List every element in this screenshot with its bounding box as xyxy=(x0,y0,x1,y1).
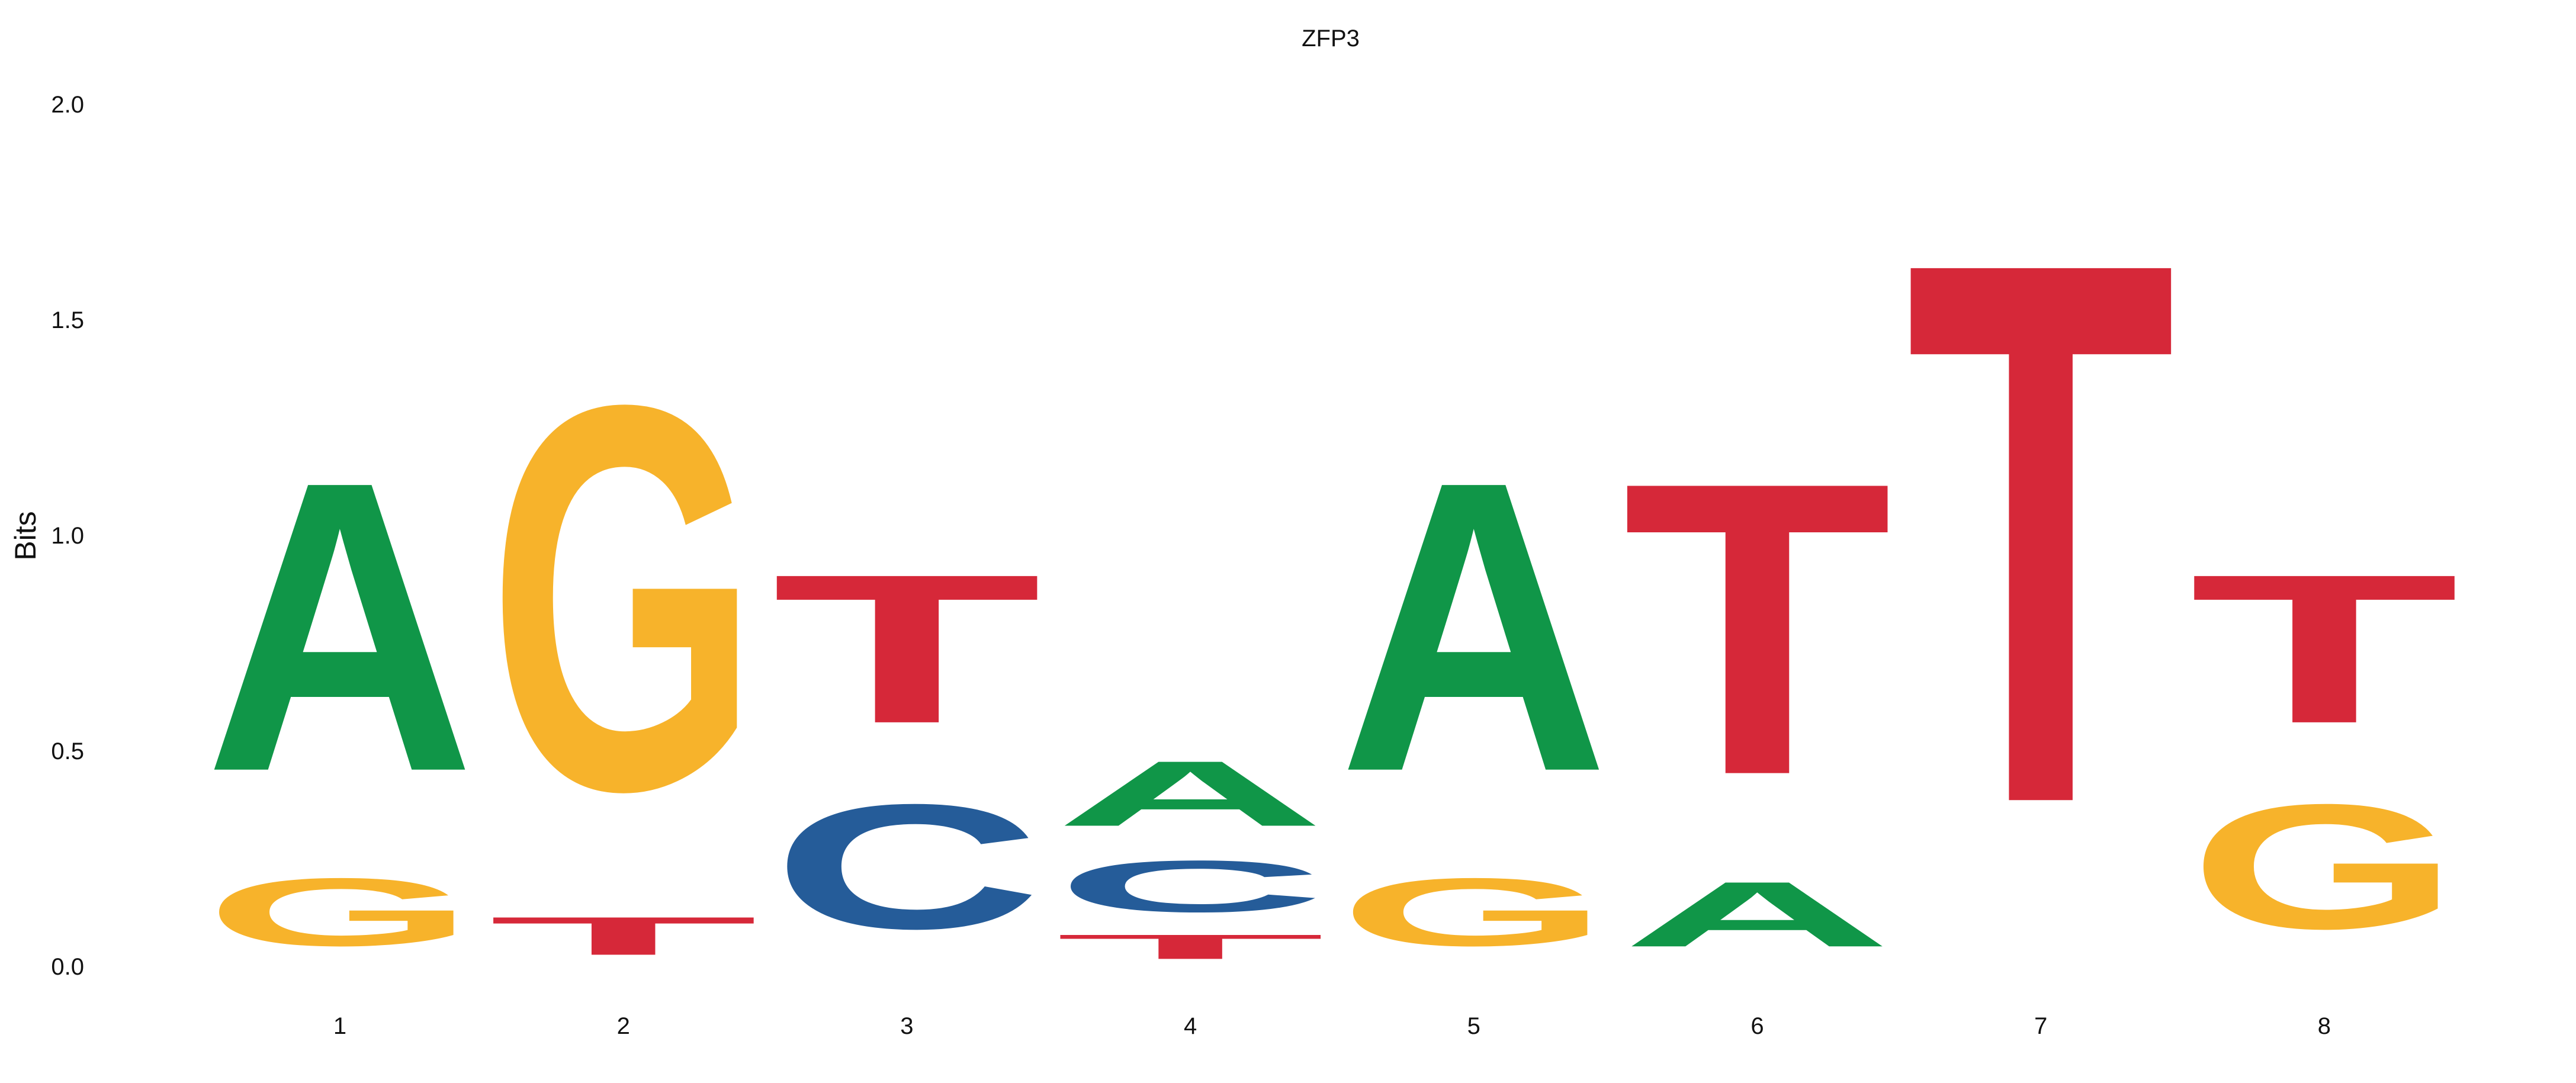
logo-letter-a: A xyxy=(1339,396,1609,858)
x-tick-label: 3 xyxy=(900,1013,913,1039)
x-axis-ticks: 1 2 3 4 5 6 7 8 xyxy=(333,1013,2331,1039)
logo-letter-c: C xyxy=(772,767,1042,966)
logo-letter-g: G xyxy=(489,292,759,905)
logo-letter-a: A xyxy=(1055,742,1325,846)
logo-letter-c: C xyxy=(1055,846,1325,927)
logo-stacks: GATG CTTCAGAAT T GT xyxy=(205,101,2459,966)
x-tick-label: 8 xyxy=(2318,1013,2331,1039)
x-tick-label: 2 xyxy=(617,1013,630,1039)
y-tick-label: 0.0 xyxy=(51,954,84,980)
logo-letter-t: T xyxy=(1055,927,1325,966)
y-axis-label: Bits xyxy=(9,511,42,560)
chart-title: ZFP3 xyxy=(1302,25,1360,52)
logo-letter-t: T xyxy=(489,906,759,966)
x-tick-label: 4 xyxy=(1184,1013,1197,1039)
logo-letter-a: A xyxy=(205,396,475,858)
x-tick-label: 1 xyxy=(333,1013,346,1039)
y-tick-label: 0.5 xyxy=(51,738,84,764)
y-tick-label: 1.0 xyxy=(51,523,84,549)
logo-letter-t: T xyxy=(2189,531,2459,768)
logo-letter-g: G xyxy=(1339,858,1609,966)
sequence-logo-chart: ZFP3 Bits 0.00.51.01.52.0 12345678 GATG C… xyxy=(9,25,2459,1039)
logo-letter-g: G xyxy=(205,858,475,966)
y-tick-label: 1.5 xyxy=(51,307,84,333)
x-tick-label: 5 xyxy=(1467,1013,1480,1039)
x-tick-label: 6 xyxy=(1750,1013,1764,1039)
logo-letter-g: G xyxy=(2189,767,2459,966)
x-tick-label: 7 xyxy=(2034,1013,2047,1039)
logo-letter-t: T xyxy=(1906,101,2176,965)
y-tick-label: 2.0 xyxy=(51,92,84,118)
logo-letter-t: T xyxy=(772,531,1042,768)
y-axis-ticks: 0.0 0.5 1.0 1.5 2.0 xyxy=(51,92,84,980)
logo-letter-t: T xyxy=(1623,396,1893,862)
logo-letter-a: A xyxy=(1623,863,1893,966)
